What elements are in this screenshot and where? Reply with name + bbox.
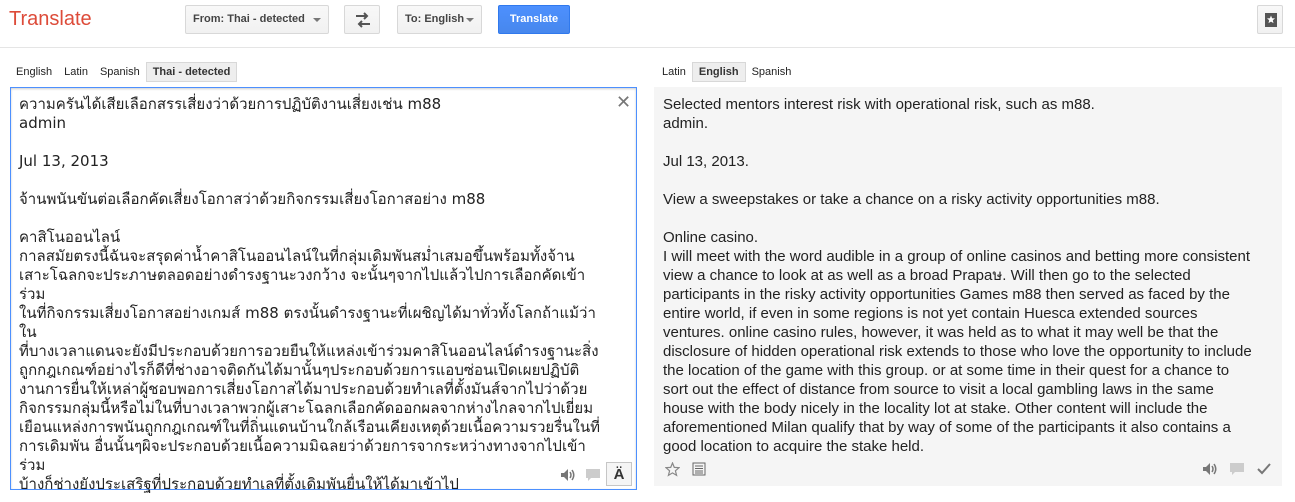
- translation-text[interactable]: Selected mentors interest risk with oper…: [663, 95, 1275, 456]
- tab-source-thai-detected[interactable]: Thai - detected: [145, 62, 238, 82]
- target-language-label: To: English: [405, 13, 465, 25]
- tab-target-spanish[interactable]: Spanish: [746, 62, 798, 82]
- top-bar: Translate From: Thai - detected To: Engl…: [0, 0, 1295, 48]
- clear-text-icon[interactable]: ✕: [616, 92, 631, 113]
- tab-target-english[interactable]: English: [691, 62, 746, 82]
- speaker-icon: [1203, 463, 1217, 475]
- star-icon: [664, 461, 680, 477]
- target-language-tabs: Latin English Spanish: [656, 62, 797, 82]
- chat-icon: [586, 469, 600, 481]
- tab-source-spanish[interactable]: Spanish: [94, 62, 146, 82]
- input-tools-button[interactable]: Ä: [606, 462, 632, 486]
- listen-source-button[interactable]: [556, 464, 580, 486]
- tab-target-latin[interactable]: Latin: [656, 62, 692, 82]
- phrasebook-button[interactable]: [1257, 5, 1283, 34]
- chevron-down-icon: [313, 18, 321, 22]
- app-title: Translate: [9, 8, 92, 30]
- target-language-dropdown[interactable]: To: English: [397, 5, 482, 34]
- source-text-area[interactable]: ความครันได้เสียเลือกสรรเสี่ยงว่าด้วยการป…: [10, 87, 637, 493]
- dictionary-button[interactable]: [687, 458, 711, 480]
- source-language-dropdown[interactable]: From: Thai - detected: [185, 5, 329, 34]
- copy-translation-button[interactable]: [1225, 458, 1249, 480]
- swap-languages-button[interactable]: [344, 5, 380, 34]
- tab-source-english[interactable]: English: [10, 62, 58, 82]
- source-language-tabs: English Latin Spanish Thai - detected: [10, 62, 238, 82]
- speaker-icon: [561, 469, 575, 481]
- speak-input-button[interactable]: [581, 464, 605, 486]
- listen-translation-button[interactable]: [1198, 458, 1222, 480]
- suggest-edit-button[interactable]: [1252, 458, 1276, 480]
- chat-icon: [1230, 463, 1244, 475]
- check-icon: [1257, 463, 1271, 475]
- translate-button[interactable]: Translate: [498, 5, 570, 34]
- tab-source-latin[interactable]: Latin: [58, 62, 94, 82]
- list-icon: [692, 462, 706, 476]
- translation-result-area: Selected mentors interest risk with oper…: [654, 87, 1282, 486]
- source-language-label: From: Thai - detected: [193, 13, 305, 25]
- keyboard-icon: Ä: [613, 465, 625, 483]
- swap-icon: [356, 12, 370, 28]
- chevron-down-icon: [466, 18, 474, 22]
- phrasebook-icon: [1265, 13, 1277, 27]
- source-text[interactable]: ความครันได้เสียเลือกสรรเสี่ยงว่าด้วยการป…: [19, 95, 611, 494]
- star-translation-button[interactable]: [660, 458, 684, 480]
